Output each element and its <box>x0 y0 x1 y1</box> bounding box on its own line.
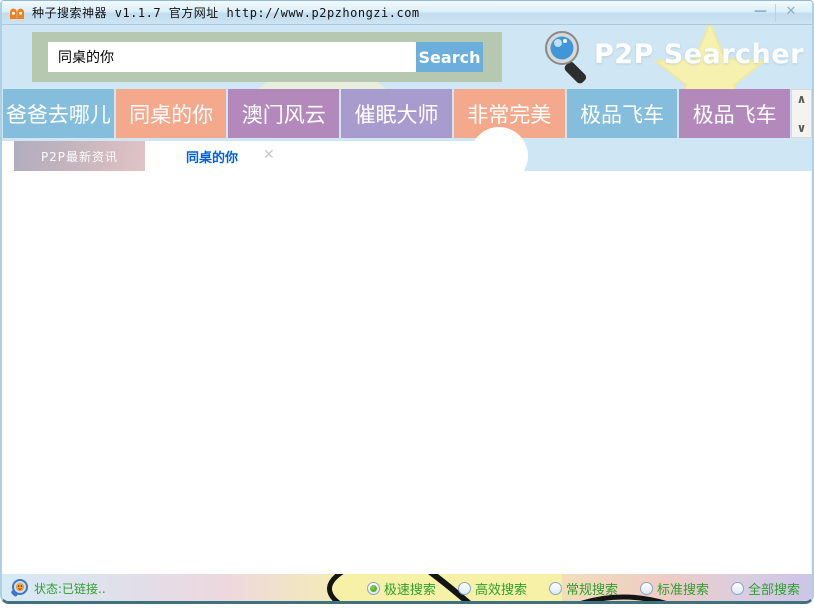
radio-icon[interactable] <box>548 581 562 595</box>
search-mode-option[interactable]: 高效搜索 <box>457 579 527 598</box>
radio-icon[interactable] <box>639 581 653 595</box>
header: Search P2P Searcher <box>2 25 812 89</box>
results-area <box>2 171 812 574</box>
hot-keyword-button[interactable]: 极品飞车 <box>566 89 678 138</box>
hot-keyword-button[interactable]: 催眠大师 <box>341 89 452 138</box>
radio-icon[interactable] <box>730 581 744 595</box>
hot-keyword-button[interactable]: 澳门风云 <box>228 89 340 138</box>
magnifier-icon <box>545 31 587 84</box>
tab-active-search[interactable]: 同桌的你 <box>170 141 254 171</box>
tab-bar: P2P最新资讯 同桌的你 ✕ <box>2 127 812 185</box>
tab-p2p-news[interactable]: P2P最新资讯 <box>14 141 145 171</box>
status-magnifier-icon <box>11 578 28 596</box>
hot-keyword-button[interactable]: 极品飞车 <box>679 89 791 138</box>
hot-keyword-button[interactable]: 爸爸去哪儿 <box>3 89 114 138</box>
scroll-up-icon[interactable]: ∧ <box>797 93 807 105</box>
brand-text: P2P Searcher <box>594 39 804 70</box>
search-input[interactable] <box>48 42 416 72</box>
search-mode-option[interactable]: 常规搜索 <box>548 579 618 598</box>
search-mode-option[interactable]: 全部搜索 <box>730 579 800 598</box>
keyword-scrollbar[interactable]: ∧ ∨ <box>791 89 812 138</box>
scroll-down-icon[interactable]: ∨ <box>797 122 807 134</box>
search-panel: Search <box>32 32 502 82</box>
minimize-button[interactable]: — <box>746 4 776 22</box>
close-button[interactable]: ✕ <box>776 4 806 22</box>
app-logo-icon <box>10 8 24 19</box>
radio-icon[interactable] <box>366 581 380 595</box>
search-button[interactable]: Search <box>416 42 483 72</box>
tabbar-blue-background <box>502 141 812 171</box>
window-title: 种子搜索神器 v1.1.7 官方网址 http://www.p2pzhongzi… <box>32 6 420 20</box>
status-bar: 状态:已链接.. 极速搜索 高效搜索 常规搜索 标准搜索 全部搜索 <box>2 574 812 601</box>
title-bar: 种子搜索神器 v1.1.7 官方网址 http://www.p2pzhongzi… <box>2 1 812 25</box>
radio-icon[interactable] <box>457 581 471 595</box>
decor-white-circle <box>470 127 528 185</box>
tab-close-icon[interactable]: ✕ <box>263 147 275 163</box>
app-window: 种子搜索神器 v1.1.7 官方网址 http://www.p2pzhongzi… <box>0 0 814 604</box>
search-mode-option[interactable]: 标准搜索 <box>639 579 709 598</box>
connection-status-text: 状态:已链接.. <box>34 581 106 596</box>
hot-keyword-button[interactable]: 同桌的你 <box>115 89 227 138</box>
hot-keywords-row: 爸爸去哪儿 同桌的你 澳门风云 催眠大师 非常完美 极品飞车 极品飞车 ∧ ∨ <box>2 89 812 141</box>
search-mode-group: 极速搜索 高效搜索 常规搜索 标准搜索 全部搜索 <box>366 579 804 598</box>
search-mode-option[interactable]: 极速搜索 <box>366 579 436 598</box>
